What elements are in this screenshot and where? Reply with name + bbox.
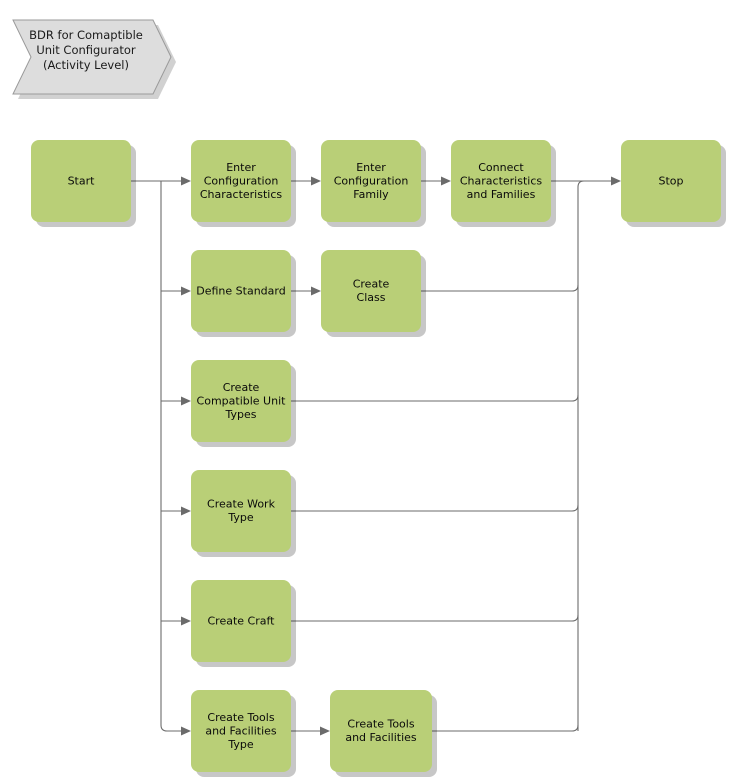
title-line-3: (Activity Level) [43, 58, 129, 72]
edge-right-merge-bus [577, 180, 585, 731]
node-create-class[interactable]: Create Class [321, 250, 426, 337]
edge-create-craft-to-merge [291, 614, 579, 622]
node-ccut-rect[interactable] [191, 360, 291, 442]
arrowhead-enter-config-family [311, 176, 321, 186]
node-create-tools-and-facilities[interactable]: Create Tools and Facilities [330, 690, 437, 777]
edge-create-compatible-unit-types-to-merge [291, 394, 579, 402]
arrowhead-create-class [311, 286, 321, 296]
arrowhead-create-tools-and-facilities [320, 726, 330, 736]
node-stop-rect[interactable] [621, 140, 721, 222]
node-create-craft[interactable]: Create Craft [191, 580, 296, 667]
node-enter-configuration-characteristics[interactable]: Enter Configuration Characteristics [191, 140, 296, 227]
title-line-1: BDR for Comaptible [29, 28, 143, 42]
node-enter-configuration-family[interactable]: Enter Configuration Family [321, 140, 426, 227]
arrowhead-connect-characteristics-and-families [441, 176, 451, 186]
flowchart-canvas: BDR for Comaptible Unit Configurator (Ac… [0, 0, 730, 780]
node-ecf-rect[interactable] [321, 140, 421, 222]
title-line-2: Unit Configurator [36, 43, 136, 57]
arrowhead-create-craft [181, 616, 191, 626]
edge-left-trunk [160, 181, 185, 732]
arrowhead-create-tools-and-facilities-type [181, 726, 191, 736]
node-create-compatible-unit-types[interactable]: Create Compatible Unit Types [191, 360, 296, 447]
edge-create-class-to-merge [421, 284, 579, 292]
node-connect-rect[interactable] [451, 140, 551, 222]
node-create-craft-rect[interactable] [191, 580, 291, 662]
node-define-standard-rect[interactable] [191, 250, 291, 332]
flowchart-svg: BDR for Comaptible Unit Configurator (Ac… [12, 19, 726, 777]
arrowhead-define-standard [181, 286, 191, 296]
edge-create-work-type-to-merge [291, 504, 579, 512]
arrowhead-create-compatible-unit-types [181, 396, 191, 406]
node-start-rect[interactable] [31, 140, 131, 222]
node-create-tools-and-facilities-type[interactable]: Create Tools and Facilities Type [191, 690, 296, 777]
node-define-standard[interactable]: Define Standard [191, 250, 296, 337]
node-create-work-type[interactable]: Create Work Type [191, 470, 296, 557]
edge-ctf-to-merge [432, 724, 579, 732]
arrowhead-stop [611, 176, 621, 186]
node-ecc-rect[interactable] [191, 140, 291, 222]
node-create-work-type-rect[interactable] [191, 470, 291, 552]
node-connect-characteristics-and-families[interactable]: Connect Characteristics and Families [451, 140, 556, 227]
node-stop[interactable]: Stop [621, 140, 726, 227]
node-ctft-rect[interactable] [191, 690, 291, 772]
node-ctf-rect[interactable] [330, 690, 432, 772]
node-create-class-rect[interactable] [321, 250, 421, 332]
arrowhead-enter-config-characteristics [181, 176, 191, 186]
arrowhead-create-work-type [181, 506, 191, 516]
title-banner: BDR for Comaptible Unit Configurator (Ac… [12, 19, 176, 99]
node-start[interactable]: Start [31, 140, 136, 227]
